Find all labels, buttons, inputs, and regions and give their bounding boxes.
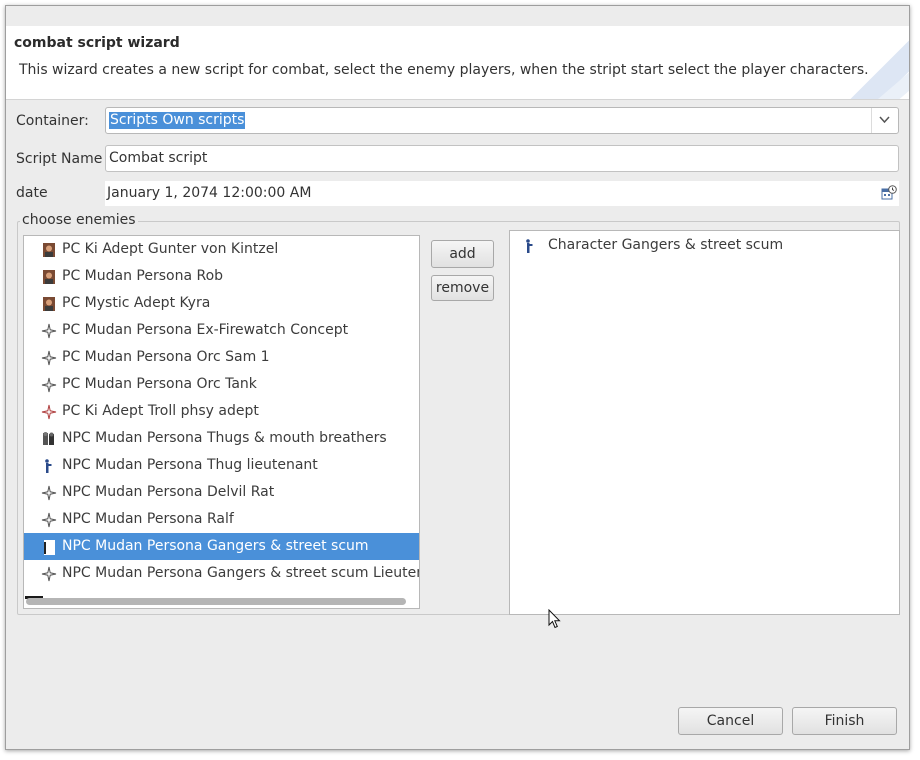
cancel-button[interactable]: Cancel (678, 707, 783, 735)
crosshair-icon (41, 323, 57, 339)
enemy-list-item[interactable]: PC Mudan Persona Rob (24, 263, 419, 290)
chosen-enemies-list[interactable]: Character Gangers & street scum (509, 230, 900, 615)
enemy-list-item[interactable]: PC Ki Adept Troll phsy adept (24, 398, 419, 425)
crosshair-icon (41, 377, 57, 393)
enemy-item-icon-wrap (41, 296, 57, 312)
enemy-list-item[interactable]: PC Ki Adept Gunter von Kintzel (24, 236, 419, 263)
enemy-item-icon-wrap (41, 404, 57, 420)
chevron-down-icon (879, 116, 890, 124)
script-name-input[interactable] (109, 150, 869, 166)
available-enemies-list[interactable]: NPC Mudan Persona Gangers & street scum … (23, 235, 420, 609)
crosshair-icon (41, 485, 57, 501)
enemy-item-label: NPC Mudan Persona Delvil Rat (62, 484, 275, 500)
enemy-item-label: NPC Mudan Persona Gangers & street scum (62, 538, 369, 554)
add-button[interactable]: add (431, 240, 494, 268)
enemy-list-item[interactable]: PC Mudan Persona Ex-Firewatch Concept (24, 317, 419, 344)
calendar-clock-icon[interactable] (881, 185, 897, 201)
portrait-icon (43, 243, 55, 257)
crosshair-red-icon (41, 404, 57, 420)
enemy-item-icon-wrap (41, 512, 57, 528)
enemy-list-item[interactable]: NPC Mudan Persona Thug lieutenant (24, 452, 419, 479)
container-combo[interactable]: Scripts Own scripts (105, 107, 899, 134)
enemy-list-item[interactable]: NPC Mudan Persona Thugs & mouth breather… (24, 425, 419, 452)
enemy-list-item[interactable]: PC Mudan Persona Orc Tank (24, 371, 419, 398)
enemy-item-label: NPC Mudan Persona Gangers & street scum … (62, 565, 420, 581)
enemy-list-item[interactable]: PC Mudan Persona Orc Sam 1 (24, 344, 419, 371)
portrait-icon (43, 270, 55, 284)
figure-icon (44, 540, 55, 555)
enemy-item-icon-wrap (41, 242, 57, 258)
enemy-list-item[interactable]: NPC Mudan Persona Ralf (24, 506, 419, 533)
chosen-item-label: Character Gangers & street scum (548, 237, 784, 253)
script-name-label: Script Name (16, 151, 103, 167)
enemy-item-icon-wrap (41, 566, 57, 582)
figure-icon (45, 459, 52, 473)
enemy-item-label: NPC Mudan Persona Thugs & mouth breather… (62, 430, 387, 446)
enemy-item-label: PC Mudan Persona Orc Tank (62, 376, 257, 392)
mouse-pointer-icon (548, 609, 561, 629)
enemy-item-icon-wrap (41, 539, 57, 555)
horizontal-scrollbar[interactable] (26, 598, 406, 605)
crosshair-icon (41, 350, 57, 366)
container-label: Container: (16, 113, 89, 129)
enemy-list-item[interactable]: PC Mystic Adept Kyra (24, 290, 419, 317)
enemy-item-label: PC Mudan Persona Rob (62, 268, 224, 284)
enemy-list-item[interactable]: NPC Mudan Persona Gangers & street scum … (24, 560, 419, 587)
enemy-item-label: PC Ki Adept Troll phsy adept (62, 403, 259, 419)
remove-button[interactable]: remove (431, 275, 494, 301)
finish-button[interactable]: Finish (792, 707, 897, 735)
wizard-description: This wizard creates a new script for com… (19, 62, 869, 78)
enemy-list-item[interactable]: NPC Mudan Persona Gangers & street scum (24, 533, 419, 560)
enemy-item-label: PC Ki Adept Gunter von Kintzel (62, 241, 279, 257)
portrait-icon (43, 297, 55, 311)
wizard-banner: combat script wizard This wizard creates… (6, 26, 909, 100)
script-name-field[interactable] (105, 145, 899, 172)
crosshair-icon (41, 512, 57, 528)
enemy-item-icon-wrap (41, 377, 57, 393)
enemy-item-label: PC Mudan Persona Ex-Firewatch Concept (62, 322, 349, 338)
date-value: January 1, 2074 12:00:00 AM (107, 185, 312, 201)
crosshair-icon (41, 566, 57, 582)
wizard-window: combat script wizard This wizard creates… (5, 5, 910, 750)
choose-enemies-label: choose enemies (20, 212, 138, 228)
date-label: date (16, 185, 48, 201)
enemy-item-icon-wrap (41, 323, 57, 339)
date-field[interactable]: January 1, 2074 12:00:00 AM (105, 181, 899, 206)
container-combo-value: Scripts Own scripts (109, 112, 246, 129)
enemy-item-icon-wrap (41, 269, 57, 285)
figure-icon (526, 239, 533, 253)
chosen-list-item[interactable]: Character Gangers & street scum (510, 232, 905, 259)
combo-dropdown-button[interactable] (871, 108, 898, 133)
enemy-item-icon-wrap (41, 431, 57, 447)
enemy-list-item[interactable]: NPC Mudan Persona Delvil Rat (24, 479, 419, 506)
enemy-item-label: PC Mystic Adept Kyra (62, 295, 211, 311)
enemy-item-label: NPC Mudan Persona Thug lieutenant (62, 457, 318, 473)
enemy-item-icon-wrap (41, 350, 57, 366)
wizard-title: combat script wizard (14, 35, 180, 51)
enemy-item-label: NPC Mudan Persona Ralf (62, 511, 234, 527)
enemy-item-label: PC Mudan Persona Orc Sam 1 (62, 349, 270, 365)
enemy-item-icon-wrap (41, 458, 57, 474)
enemy-item-icon-wrap (41, 485, 57, 501)
chosen-item-icon-wrap (522, 238, 538, 254)
thugs-icon (43, 432, 54, 445)
banner-decoration-graphic (850, 40, 909, 99)
